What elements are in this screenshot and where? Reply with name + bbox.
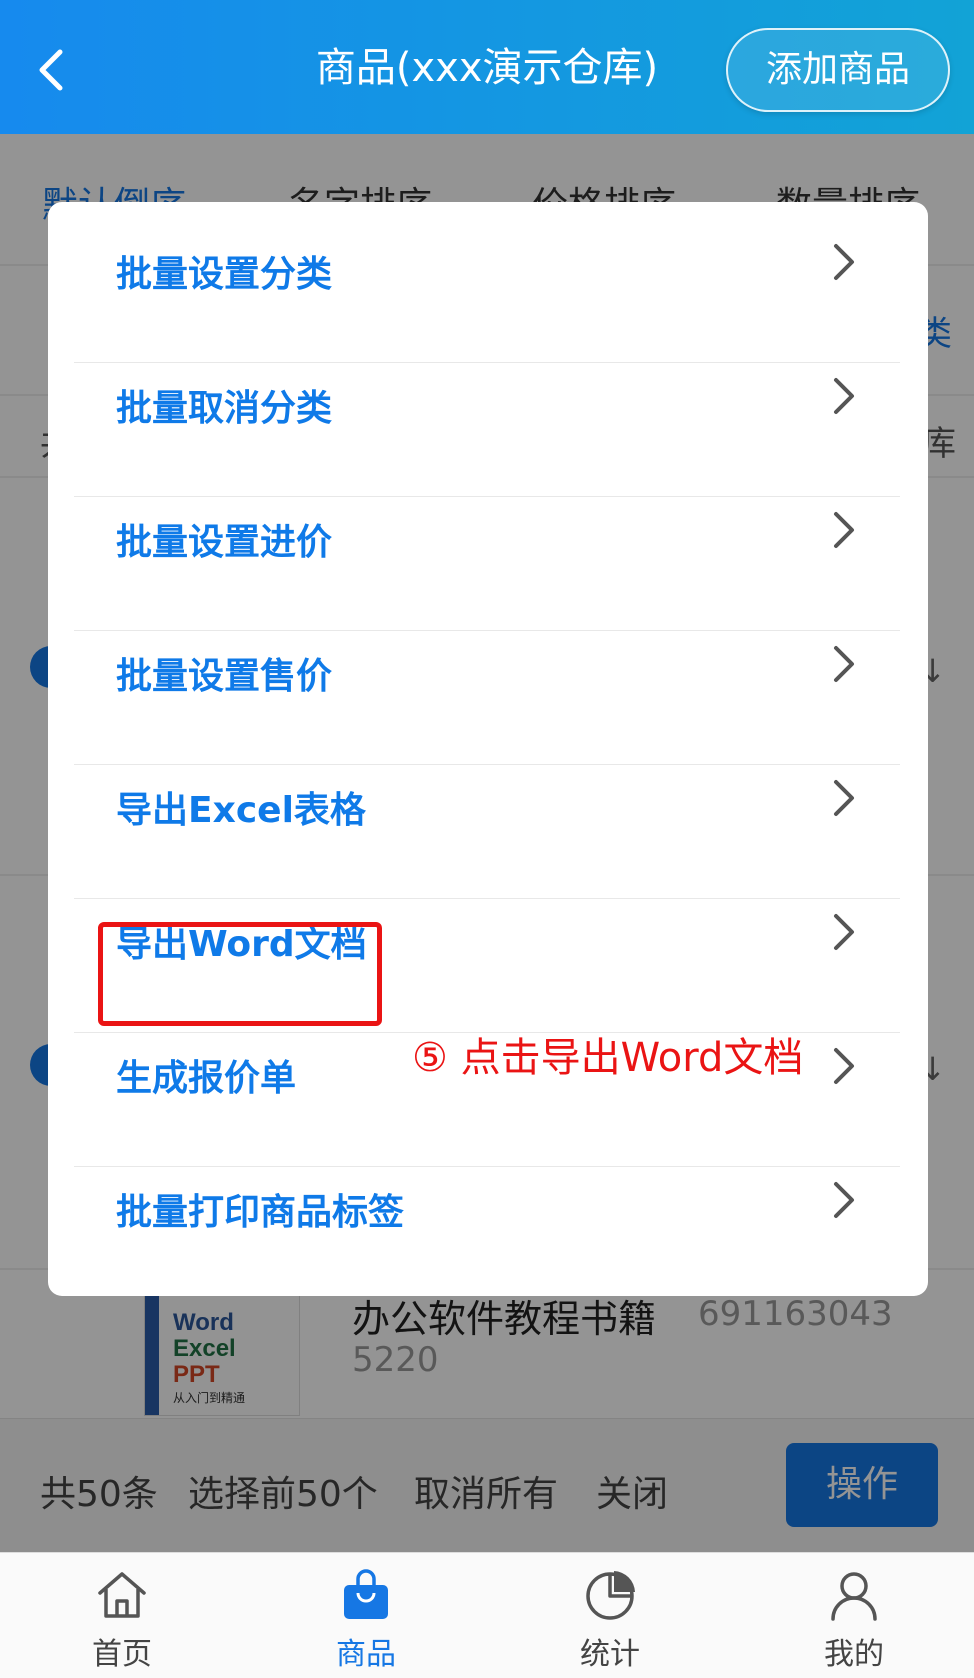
chevron-right-icon: [834, 244, 854, 280]
step-annotation: ⑤ 点击导出Word文档: [412, 1035, 804, 1081]
tab-home[interactable]: 首页: [0, 1553, 244, 1678]
shopping-bag-icon: [344, 1569, 388, 1619]
chevron-right-icon: [834, 1048, 854, 1084]
chevron-right-icon: [834, 512, 854, 548]
menu-item-print-labels[interactable]: 批量打印商品标签: [48, 1140, 928, 1275]
menu-item-label: 导出Excel表格: [116, 790, 366, 831]
highlight-box: [98, 922, 382, 1026]
menu-item-label: 批量打印商品标签: [116, 1192, 405, 1233]
chevron-right-icon: [834, 1182, 854, 1218]
batch-operation-menu: 批量设置分类 批量取消分类 批量设置进价 批量设置售价 导出Excel表格 导出…: [48, 202, 928, 1296]
tab-label: 首页: [92, 1637, 152, 1672]
menu-item-set-cost-price[interactable]: 批量设置进价: [48, 470, 928, 605]
chevron-right-icon: [834, 914, 854, 950]
menu-item-label: 批量设置进价: [116, 522, 333, 563]
tab-products[interactable]: 商品: [244, 1553, 488, 1678]
tab-label: 商品: [336, 1637, 396, 1672]
tab-mine[interactable]: 我的: [732, 1553, 974, 1678]
chevron-right-icon: [834, 780, 854, 816]
home-icon: [98, 1572, 146, 1618]
menu-item-export-excel[interactable]: 导出Excel表格: [48, 738, 928, 873]
chevron-right-icon: [834, 378, 854, 414]
tab-statistics[interactable]: 统计: [488, 1553, 732, 1678]
menu-item-label: 批量取消分类: [116, 388, 333, 429]
add-product-button[interactable]: 添加商品: [726, 28, 950, 112]
tab-label: 我的: [824, 1637, 884, 1672]
tab-label: 统计: [580, 1637, 640, 1672]
bottom-tab-bar: 首页 商品 统计 我的: [0, 1552, 974, 1678]
menu-item-label: 批量设置售价: [116, 656, 333, 697]
menu-item-label: 批量设置分类: [116, 254, 333, 295]
app-header: 商品(xxx演示仓库) 添加商品: [0, 0, 974, 134]
pie-chart-icon: [586, 1571, 635, 1620]
menu-item-set-sale-price[interactable]: 批量设置售价: [48, 604, 928, 739]
user-icon: [831, 1572, 877, 1621]
menu-item-cancel-category[interactable]: 批量取消分类: [48, 336, 928, 471]
menu-item-set-category[interactable]: 批量设置分类: [48, 202, 928, 337]
chevron-right-icon: [834, 646, 854, 682]
menu-item-label: 生成报价单: [116, 1058, 297, 1099]
